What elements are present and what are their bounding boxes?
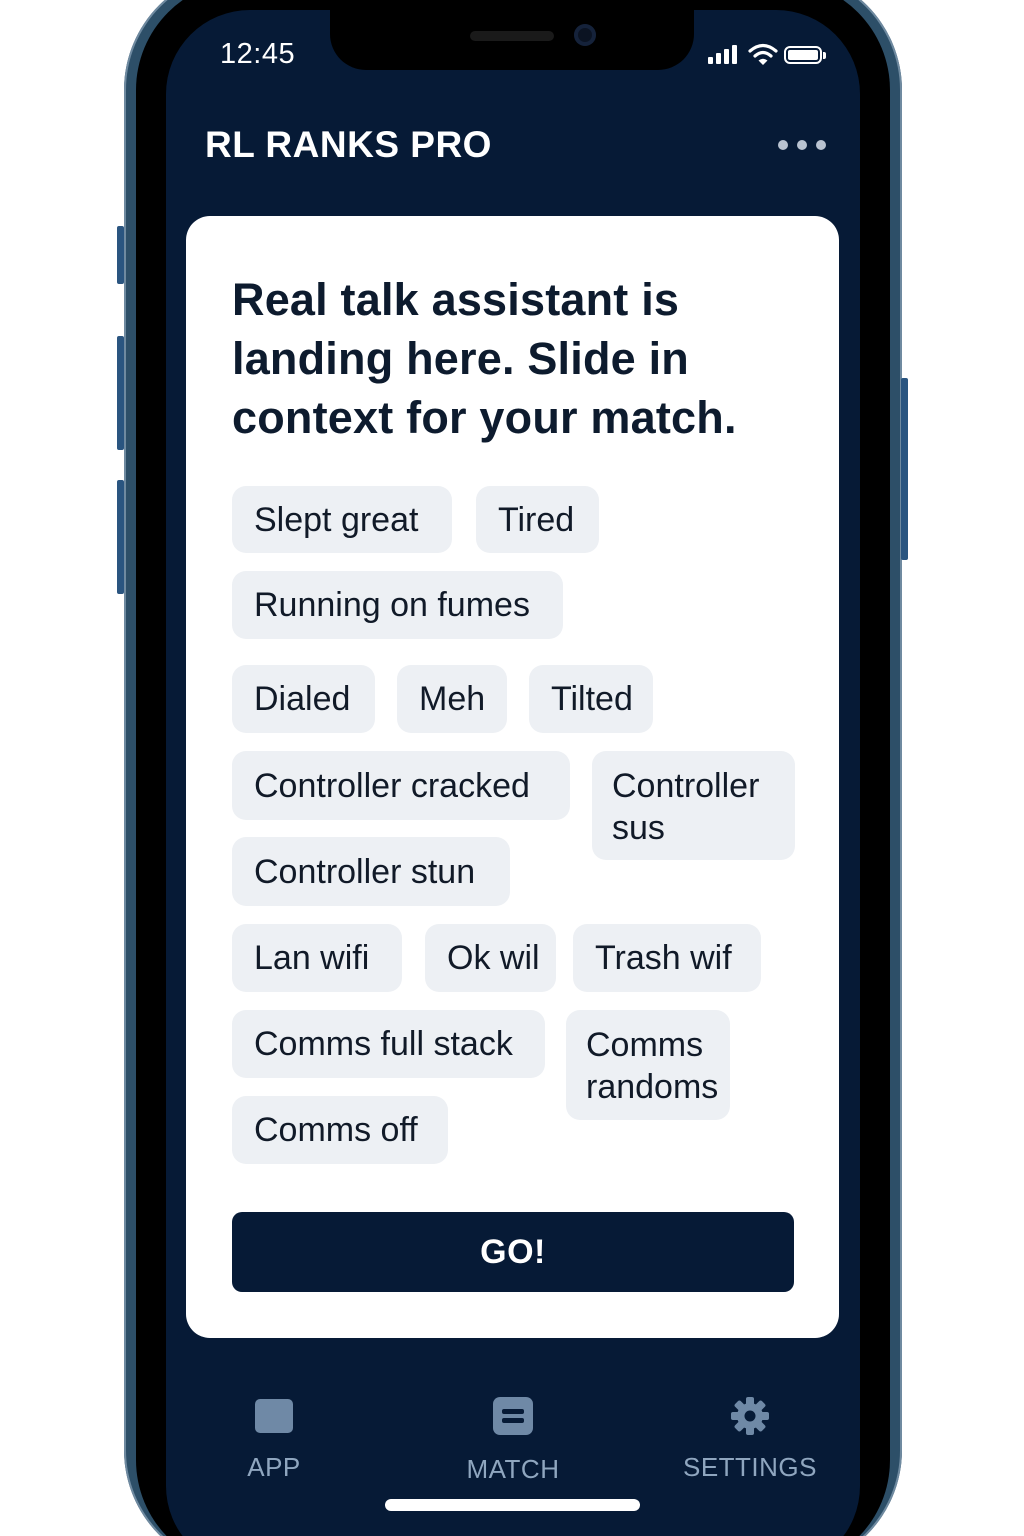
status-time: 12:45 [220,38,296,70]
tab-app[interactable]: APP [184,1392,364,1492]
chip-lan-wifi[interactable]: Lan wifi [232,924,402,992]
tab-app-label: APP [247,1452,301,1482]
chip-controller-stun[interactable]: Controller stun [232,837,510,906]
more-dot-icon [778,140,788,150]
chip-meh[interactable]: Meh [397,665,507,733]
tab-settings-label: SETTINGS [682,1452,817,1482]
front-camera [574,24,596,46]
chip-comms-randoms[interactable]: Comms randoms [566,1010,730,1120]
chip-comms-off[interactable]: Comms off [232,1096,448,1164]
app-icon [255,1399,293,1433]
more-dot-icon [797,140,807,150]
go-button[interactable]: GO! [232,1212,794,1292]
battery-cap [823,52,826,59]
chip-controller-sus[interactable]: Controller sus [592,751,795,860]
earpiece-speaker [470,31,554,41]
tab-settings[interactable]: SETTINGS [660,1392,840,1492]
chip-trash-wif[interactable]: Trash wif [573,924,761,992]
volume-up-button [117,336,124,450]
chip-ok-wil[interactable]: Ok wil [425,924,556,992]
action-button [117,226,124,284]
chip-comms-full-stack[interactable]: Comms full stack [232,1010,545,1078]
gear-icon [731,1397,769,1435]
screenshot: 12:45 RL RANKS PRO Real talk assistant i… [0,0,1024,1536]
battery-icon [784,46,822,64]
power-button [901,378,908,560]
chip-slept-great[interactable]: Slept great [232,486,452,553]
tab-match[interactable]: MATCH [423,1392,603,1492]
chip-controller-cracked[interactable]: Controller cracked [232,751,570,820]
more-options-button[interactable] [772,130,832,160]
match-icon [493,1397,533,1435]
home-indicator[interactable] [385,1499,640,1511]
status-icons [704,42,830,70]
chip-running-on-fumes[interactable]: Running on fumes [232,571,563,639]
chip-tired[interactable]: Tired [476,486,599,553]
tab-match-label: MATCH [466,1454,560,1484]
card-prompt: Real talk assistant is landing here. Sli… [232,274,737,443]
app-title: RL RANKS PRO [205,124,492,165]
chip-tilted[interactable]: Tilted [529,665,653,733]
wifi-icon [748,43,778,65]
more-dot-icon [816,140,826,150]
chip-dialed[interactable]: Dialed [232,665,375,733]
volume-down-button [117,480,124,594]
